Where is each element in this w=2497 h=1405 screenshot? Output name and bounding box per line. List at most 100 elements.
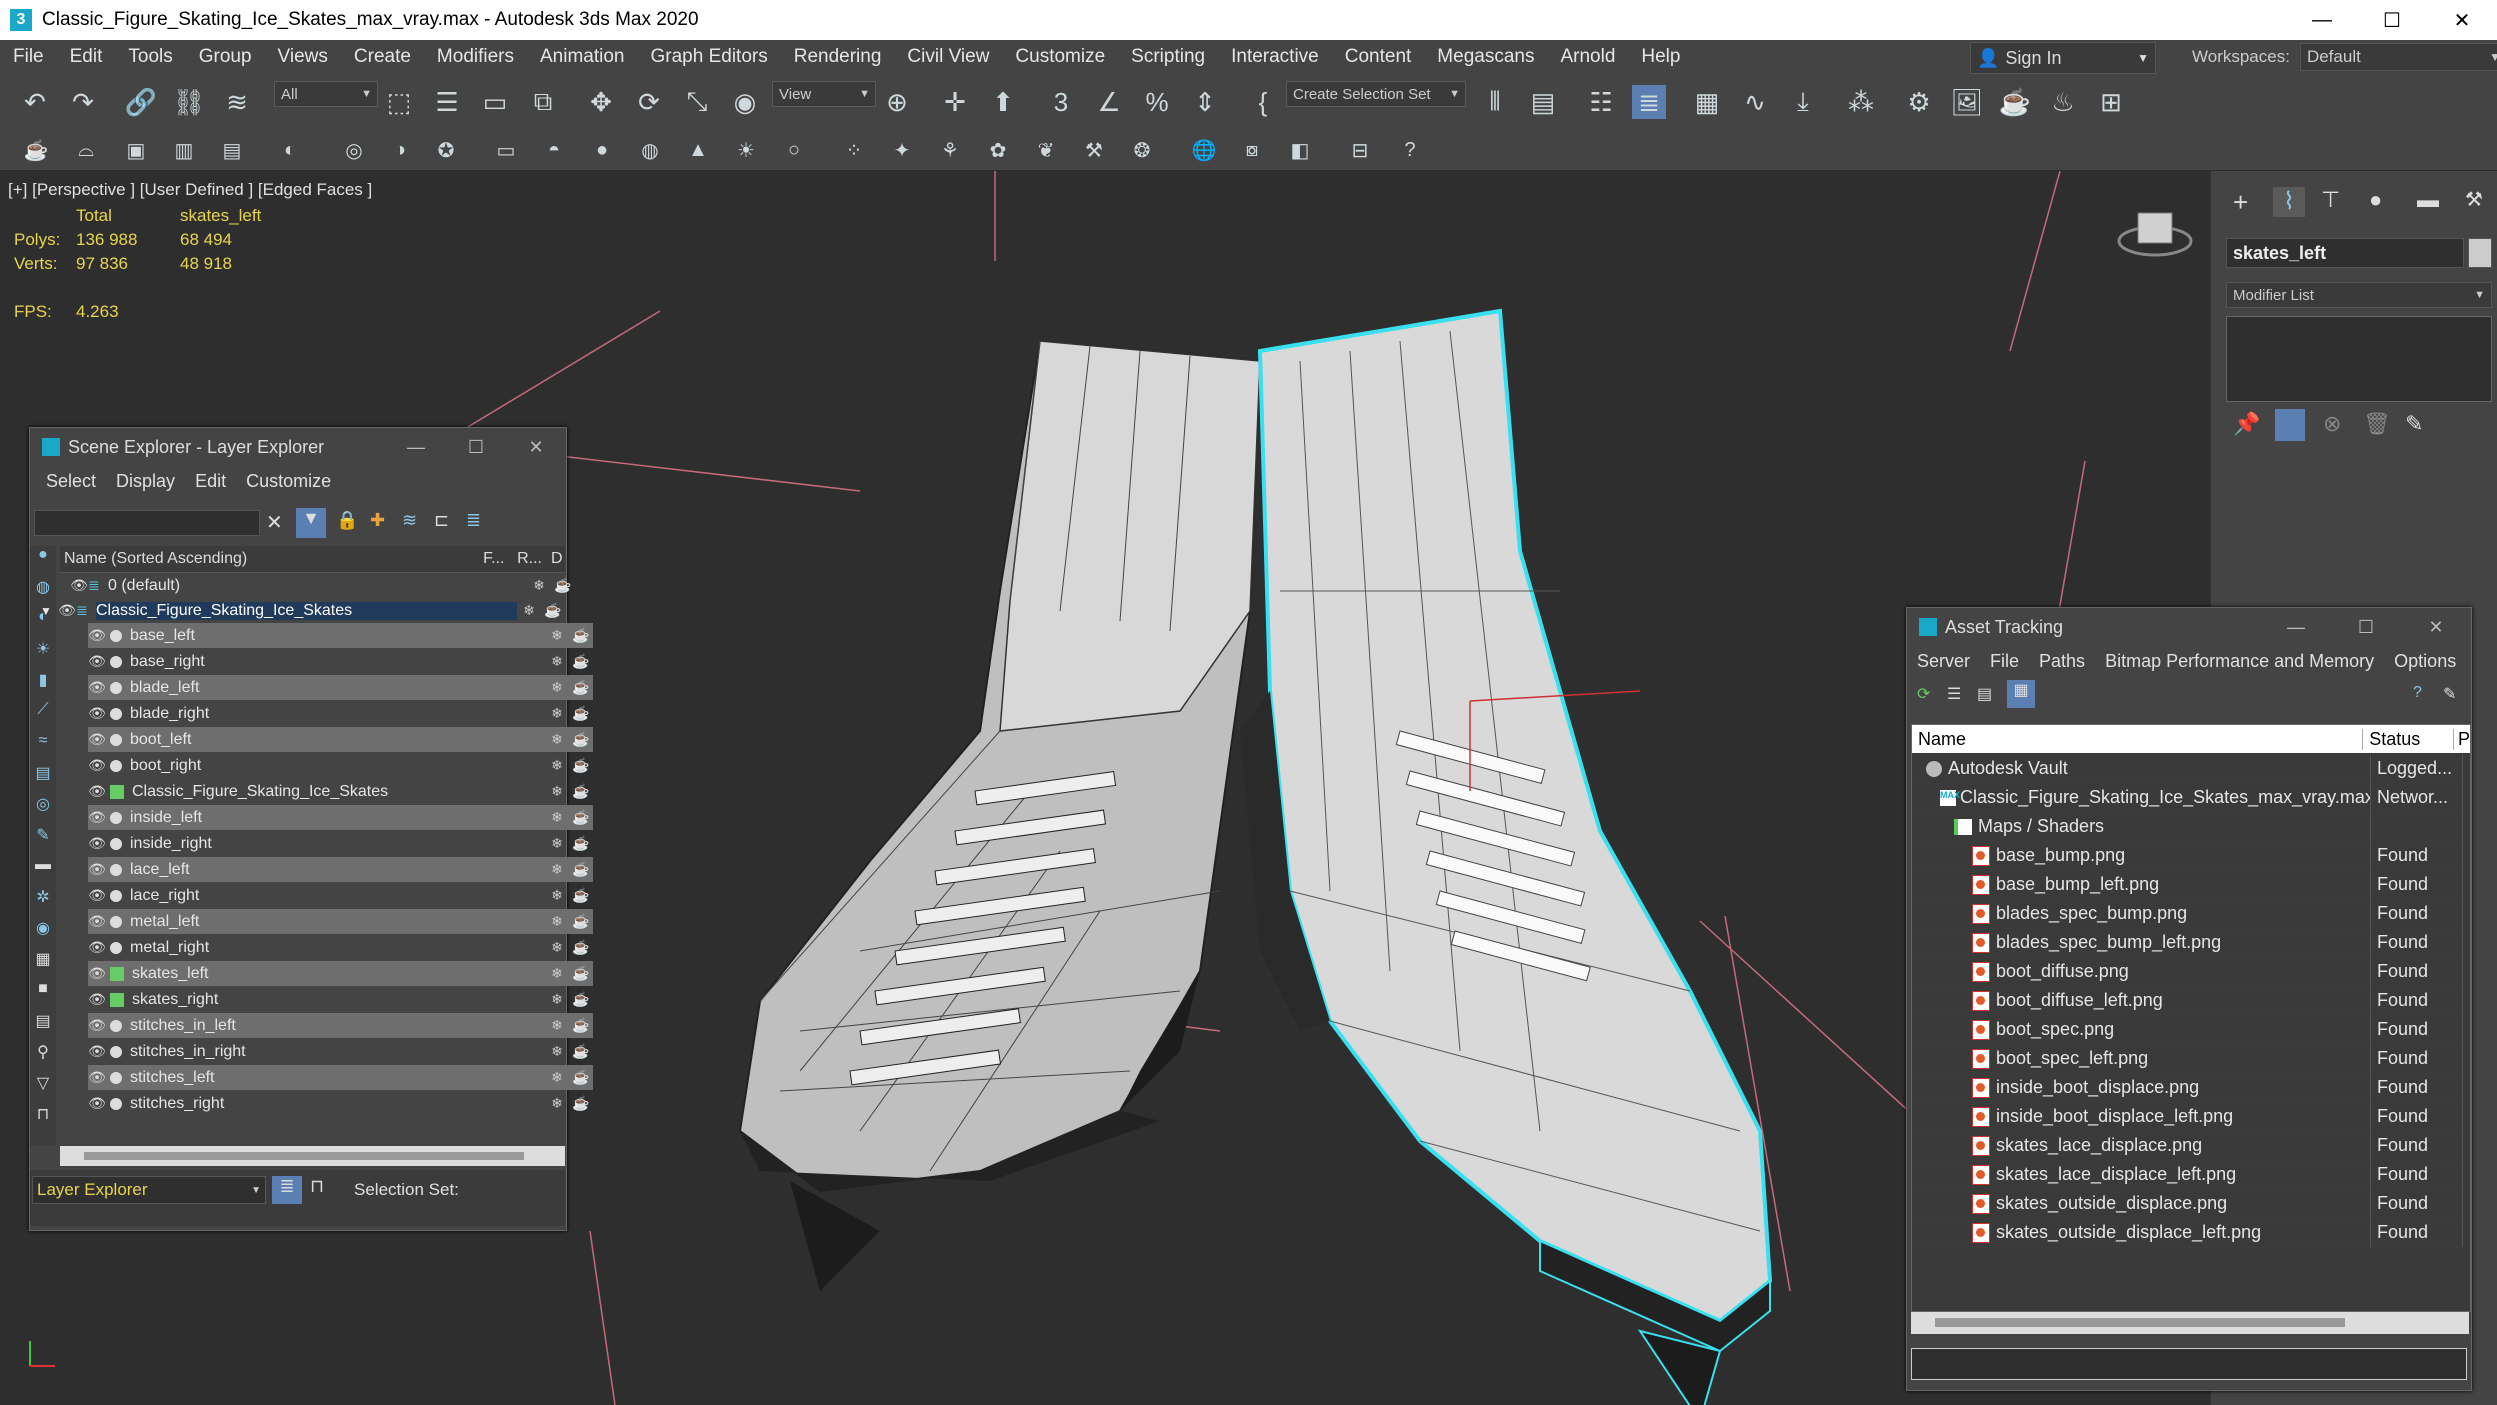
named-selection-set-dropdown[interactable]: Create Selection Set ▼: [1286, 81, 1466, 107]
se-menu-select[interactable]: Select: [36, 471, 106, 492]
eye-icon[interactable]: 👁: [88, 965, 106, 982]
rotate-icon[interactable]: ⟳: [632, 85, 666, 119]
render-icon[interactable]: ☕: [569, 809, 593, 826]
scene-object-row[interactable]: 👁 skates_left ❄ ☕: [88, 961, 593, 986]
eye-icon[interactable]: 👁: [88, 653, 106, 670]
display-frozen-icon[interactable]: ✲: [30, 887, 56, 918]
display-tab-icon[interactable]: ▬: [2417, 187, 2439, 213]
sun-light-icon[interactable]: ☀: [732, 136, 760, 164]
close-button[interactable]: ✕: [2427, 0, 2497, 40]
eye-icon[interactable]: 👁: [88, 887, 106, 904]
menu-customize[interactable]: Customize: [1002, 46, 1118, 68]
scene-object-row[interactable]: 👁 skates_right ❄ ☕: [88, 987, 593, 1012]
object-paint-icon[interactable]: ▥: [170, 136, 198, 164]
scene-object-row[interactable]: 👁 stitches_left ❄ ☕: [88, 1065, 593, 1090]
se-horizontal-scrollbar[interactable]: [60, 1146, 565, 1166]
snaps-toggle-icon[interactable]: 3: [1044, 85, 1078, 119]
eye-icon[interactable]: 👁: [88, 731, 106, 748]
render-icon[interactable]: ☕: [569, 627, 593, 644]
freeze-icon[interactable]: ❄: [545, 913, 569, 930]
at-menu-paths[interactable]: Paths: [2029, 651, 2095, 672]
workspaces-select[interactable]: Default ▼: [2299, 43, 2497, 71]
minimize-button[interactable]: —: [2287, 0, 2357, 40]
help-icon[interactable]: ?: [2413, 684, 2422, 702]
object-color-swatch[interactable]: [2468, 238, 2492, 268]
asset-row[interactable]: boot_diffuse_left.png Found: [1912, 986, 2470, 1016]
eye-icon[interactable]: 👁: [88, 1069, 106, 1086]
edit-named-selection-icon[interactable]: {: [1246, 85, 1280, 119]
freeze-icon[interactable]: ❄: [545, 861, 569, 878]
display-spacewarps-icon[interactable]: ≈: [30, 732, 56, 763]
at-menu-server[interactable]: Server: [1907, 651, 1980, 672]
col-name-header[interactable]: Name (Sorted Ascending): [60, 550, 483, 568]
clear-search-icon[interactable]: ✕: [266, 510, 283, 535]
display-lights-icon[interactable]: ☀: [30, 639, 56, 670]
eye-icon[interactable]: 👁: [88, 809, 106, 826]
freeze-icon[interactable]: ❄: [545, 757, 569, 774]
eye-icon[interactable]: 👁: [88, 913, 106, 930]
add-to-layer-icon[interactable]: ≋: [402, 510, 417, 531]
freeform-icon[interactable]: ⌓: [72, 136, 100, 164]
menu-interactive[interactable]: Interactive: [1218, 46, 1332, 68]
bind-spacewarp-icon[interactable]: ≋: [220, 85, 254, 119]
col-status-header[interactable]: Status: [2363, 728, 2454, 750]
eye-icon[interactable]: 👁: [88, 627, 106, 644]
asset-row[interactable]: base_bump_left.png Found: [1912, 870, 2470, 900]
select-by-name-icon[interactable]: ☰: [430, 85, 464, 119]
bones-icon[interactable]: ⚒: [1080, 136, 1108, 164]
refresh-icon[interactable]: ⟳: [1917, 684, 1930, 704]
render-production-icon[interactable]: ☕: [1998, 85, 2032, 119]
render-icon[interactable]: ☕: [551, 577, 575, 594]
menu-edit[interactable]: Edit: [57, 46, 116, 68]
window-crossing-icon[interactable]: ⧉: [526, 85, 560, 119]
freeze-icon[interactable]: ❄: [545, 991, 569, 1008]
at-scrollbar-thumb[interactable]: [1935, 1318, 2345, 1327]
list-view-icon[interactable]: ☰: [1947, 684, 1961, 704]
viewport-label[interactable]: [+] [Perspective ] [User Defined ] [Edge…: [8, 180, 372, 200]
freeze-icon[interactable]: ❄: [545, 1017, 569, 1034]
pin-stack-icon[interactable]: 📌: [2233, 411, 2260, 437]
redo-icon[interactable]: ↷: [66, 85, 100, 119]
asset-row[interactable]: Autodesk Vault Logged...: [1912, 754, 2470, 784]
menu-animation[interactable]: Animation: [527, 46, 638, 68]
render-icon[interactable]: ☕: [569, 757, 593, 774]
menu-rendering[interactable]: Rendering: [781, 46, 895, 68]
sphere-icon[interactable]: ●: [588, 136, 616, 164]
select-object-icon[interactable]: ⬚: [382, 85, 416, 119]
show-end-result-icon[interactable]: [2275, 409, 2305, 441]
col-f-header[interactable]: F...: [483, 550, 517, 568]
ribbon-toggle-icon[interactable]: ▦: [1690, 85, 1724, 119]
asset-row[interactable]: blades_spec_bump.png Found: [1912, 899, 2470, 929]
configure-modifier-sets-icon[interactable]: ✎: [2405, 411, 2423, 437]
render-icon[interactable]: ☕: [569, 1017, 593, 1034]
render-icon[interactable]: ☕: [569, 783, 593, 800]
material-editor-icon[interactable]: ⁂: [1844, 85, 1878, 119]
menu-arnold[interactable]: Arnold: [1547, 46, 1628, 68]
eye-icon[interactable]: 👁: [88, 757, 106, 774]
display-bones-icon[interactable]: ✎: [30, 825, 56, 856]
torus-icon[interactable]: ◍: [636, 136, 664, 164]
globe-icon[interactable]: 🌐: [1190, 136, 1218, 164]
freeze-icon[interactable]: ❄: [545, 705, 569, 722]
freeze-icon[interactable]: ❄: [545, 679, 569, 696]
scene-object-row[interactable]: 👁 inside_left ❄ ☕: [88, 805, 593, 830]
eye-icon[interactable]: 👁: [88, 835, 106, 852]
at-menu-file[interactable]: File: [1980, 651, 2029, 672]
modifier-list-dropdown[interactable]: Modifier List ▼: [2226, 282, 2492, 308]
col-d-header[interactable]: D: [551, 550, 565, 568]
scene-object-row[interactable]: 👁 stitches_in_right ❄ ☕: [88, 1039, 593, 1064]
align-icon[interactable]: ▤: [1526, 85, 1560, 119]
freeze-icon[interactable]: ❄: [545, 731, 569, 748]
scene-object-row[interactable]: 👁 base_left ❄ ☕: [88, 623, 593, 648]
asset-row[interactable]: skates_lace_displace.png Found: [1912, 1131, 2470, 1161]
modifier-stack[interactable]: [2226, 316, 2492, 402]
container-icon[interactable]: ⧇: [1238, 136, 1266, 164]
menu-create[interactable]: Create: [341, 46, 424, 68]
render-icon[interactable]: ☕: [569, 939, 593, 956]
settings-icon[interactable]: ✎: [2443, 684, 2456, 704]
at-close-button[interactable]: ✕: [2401, 608, 2471, 646]
schematic-view-icon[interactable]: ⤓: [1786, 85, 1820, 119]
col-r-header[interactable]: R...: [517, 550, 551, 568]
cloth-icon[interactable]: ✿: [984, 136, 1012, 164]
se-menu-display[interactable]: Display: [106, 471, 185, 492]
